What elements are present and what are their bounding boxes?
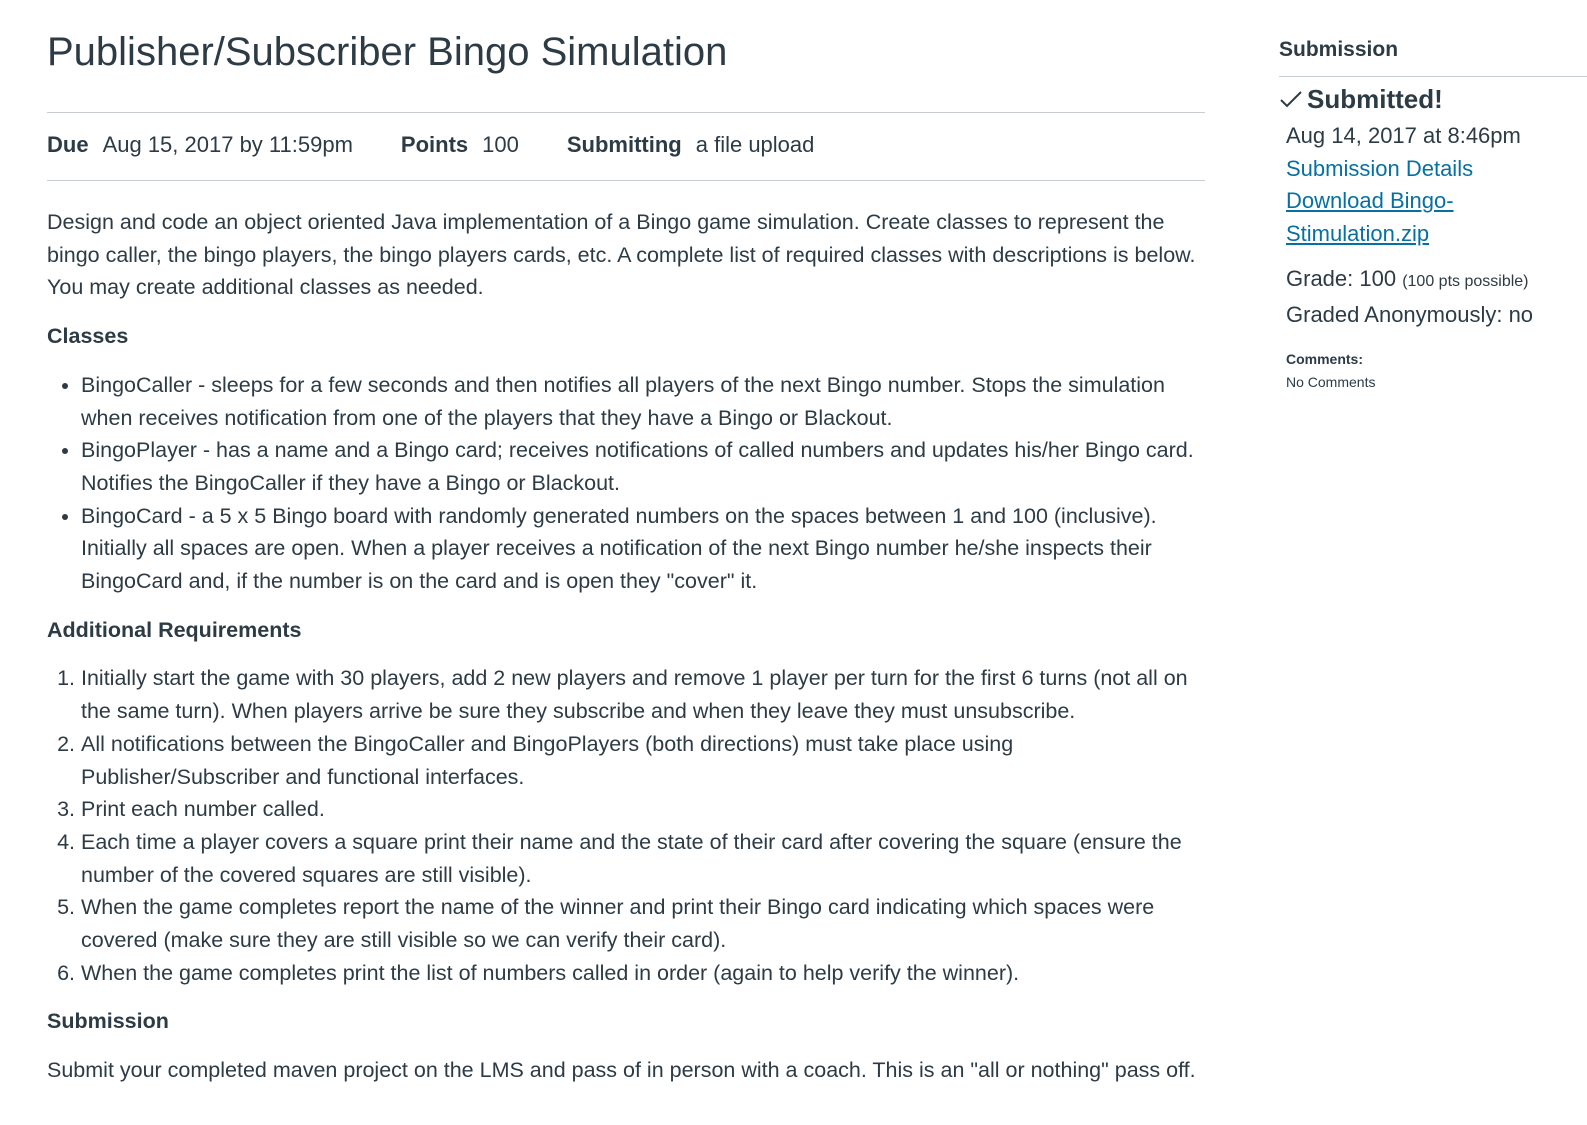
classes-list: BingoCaller - sleeps for a few seconds a… (47, 369, 1207, 598)
list-item: BingoCard - a 5 x 5 Bingo board with ran… (81, 500, 1207, 598)
page-title: Publisher/Subscriber Bingo Simulation (47, 30, 728, 74)
submission-status-text: Submitted! (1307, 84, 1443, 114)
checkmark-icon (1280, 90, 1302, 107)
sidebar-header: Submission (1279, 38, 1399, 61)
list-item: Initially start the game with 30 players… (81, 662, 1207, 727)
list-item: All notifications between the BingoCalle… (81, 728, 1207, 793)
submission-status: Submitted! (1279, 84, 1443, 115)
list-item: When the game completes print the list o… (81, 957, 1207, 990)
points-value: 100 (482, 132, 519, 157)
submission-details-link[interactable]: Submission Details (1286, 153, 1586, 186)
submitted-timestamp: Aug 14, 2017 at 8:46pm (1286, 123, 1521, 148)
points-label: Points (400, 132, 469, 157)
requirements-list: Initially start the game with 30 players… (47, 662, 1207, 989)
intro-paragraph: Design and code an object oriented Java … (47, 210, 1196, 300)
grade-possible: (100 pts possible) (1402, 272, 1529, 290)
due-label: Due (47, 132, 89, 157)
comments-value: No Comments (1286, 374, 1376, 391)
grade: Grade: 100 (100 pts possible) (1286, 263, 1586, 299)
comments-label: Comments: (1286, 351, 1364, 368)
sidebar-divider (1279, 76, 1587, 77)
classes-heading: Classes (47, 324, 129, 349)
title-divider (47, 112, 1205, 113)
grade-value: Grade: 100 (1286, 265, 1397, 291)
list-item: Each time a player covers a square print… (81, 826, 1207, 891)
submission-heading: Submission (47, 1009, 169, 1034)
list-item: BingoCaller - sleeps for a few seconds a… (81, 369, 1207, 434)
list-item: BingoPlayer - has a name and a Bingo car… (81, 434, 1207, 499)
download-submission-link[interactable]: Download Bingo-Stimulation.zip (1286, 185, 1486, 250)
list-item: Print each number called. (81, 793, 1207, 826)
submission-paragraph: Submit your completed maven project on t… (47, 1058, 1196, 1083)
submitting-label: Submitting (566, 132, 682, 157)
due-value: Aug 15, 2017 by 11:59pm (102, 132, 353, 157)
list-item: When the game completes report the name … (81, 891, 1207, 956)
submission-info: Aug 14, 2017 at 8:46pm Submission Detail… (1286, 120, 1586, 395)
submitting-value: a file upload (695, 132, 815, 157)
meta-divider (47, 180, 1205, 181)
assignment-meta: Due Aug 15, 2017 by 11:59pm Points 100 S… (47, 132, 862, 158)
graded-anonymously: Graded Anonymously: no (1286, 301, 1534, 327)
requirements-heading: Additional Requirements (47, 617, 302, 642)
assignment-description: Design and code an object oriented Java … (47, 206, 1207, 1103)
